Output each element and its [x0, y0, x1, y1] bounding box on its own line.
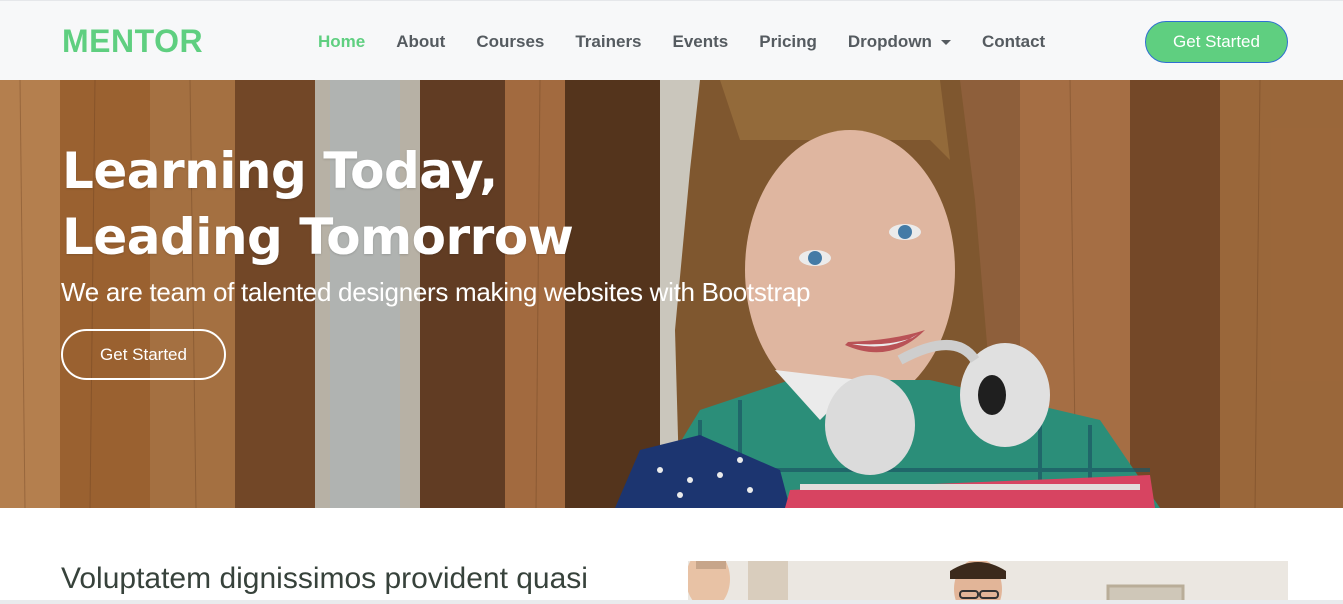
section-divider [0, 600, 1343, 604]
nav-item-home[interactable]: Home [318, 31, 365, 53]
nav-item-pricing[interactable]: Pricing [759, 31, 817, 53]
hero-section: Learning Today, Leading Tomorrow We are … [0, 80, 1343, 508]
site-header: MENTOR Home About Courses Trainers Event… [0, 0, 1343, 80]
nav-item-dropdown[interactable]: Dropdown [848, 31, 951, 53]
chevron-down-icon [940, 39, 951, 45]
nav-item-contact[interactable]: Contact [982, 31, 1045, 53]
hero-get-started-button[interactable]: Get Started [61, 329, 226, 380]
hero-title-line1: Learning Today, [62, 142, 498, 200]
main-nav: Home About Courses Trainers Events Prici… [318, 31, 1045, 53]
hero-title: Learning Today, Leading Tomorrow [62, 138, 574, 270]
hero-subtitle: We are team of talented designers making… [61, 277, 811, 307]
nav-item-events[interactable]: Events [673, 31, 729, 53]
nav-item-dropdown-label: Dropdown [847, 32, 932, 51]
logo[interactable]: MENTOR [62, 23, 203, 59]
nav-item-courses[interactable]: Courses [476, 31, 544, 53]
nav-item-trainers[interactable]: Trainers [575, 31, 641, 53]
about-title: Voluptatem dignissimos provident quasi [61, 562, 588, 595]
office-people-photo [688, 561, 1288, 604]
about-image [688, 561, 1288, 604]
hero-title-line2: Leading Tomorrow [62, 208, 574, 266]
nav-item-about[interactable]: About [396, 31, 445, 53]
get-started-button[interactable]: Get Started [1145, 21, 1288, 63]
